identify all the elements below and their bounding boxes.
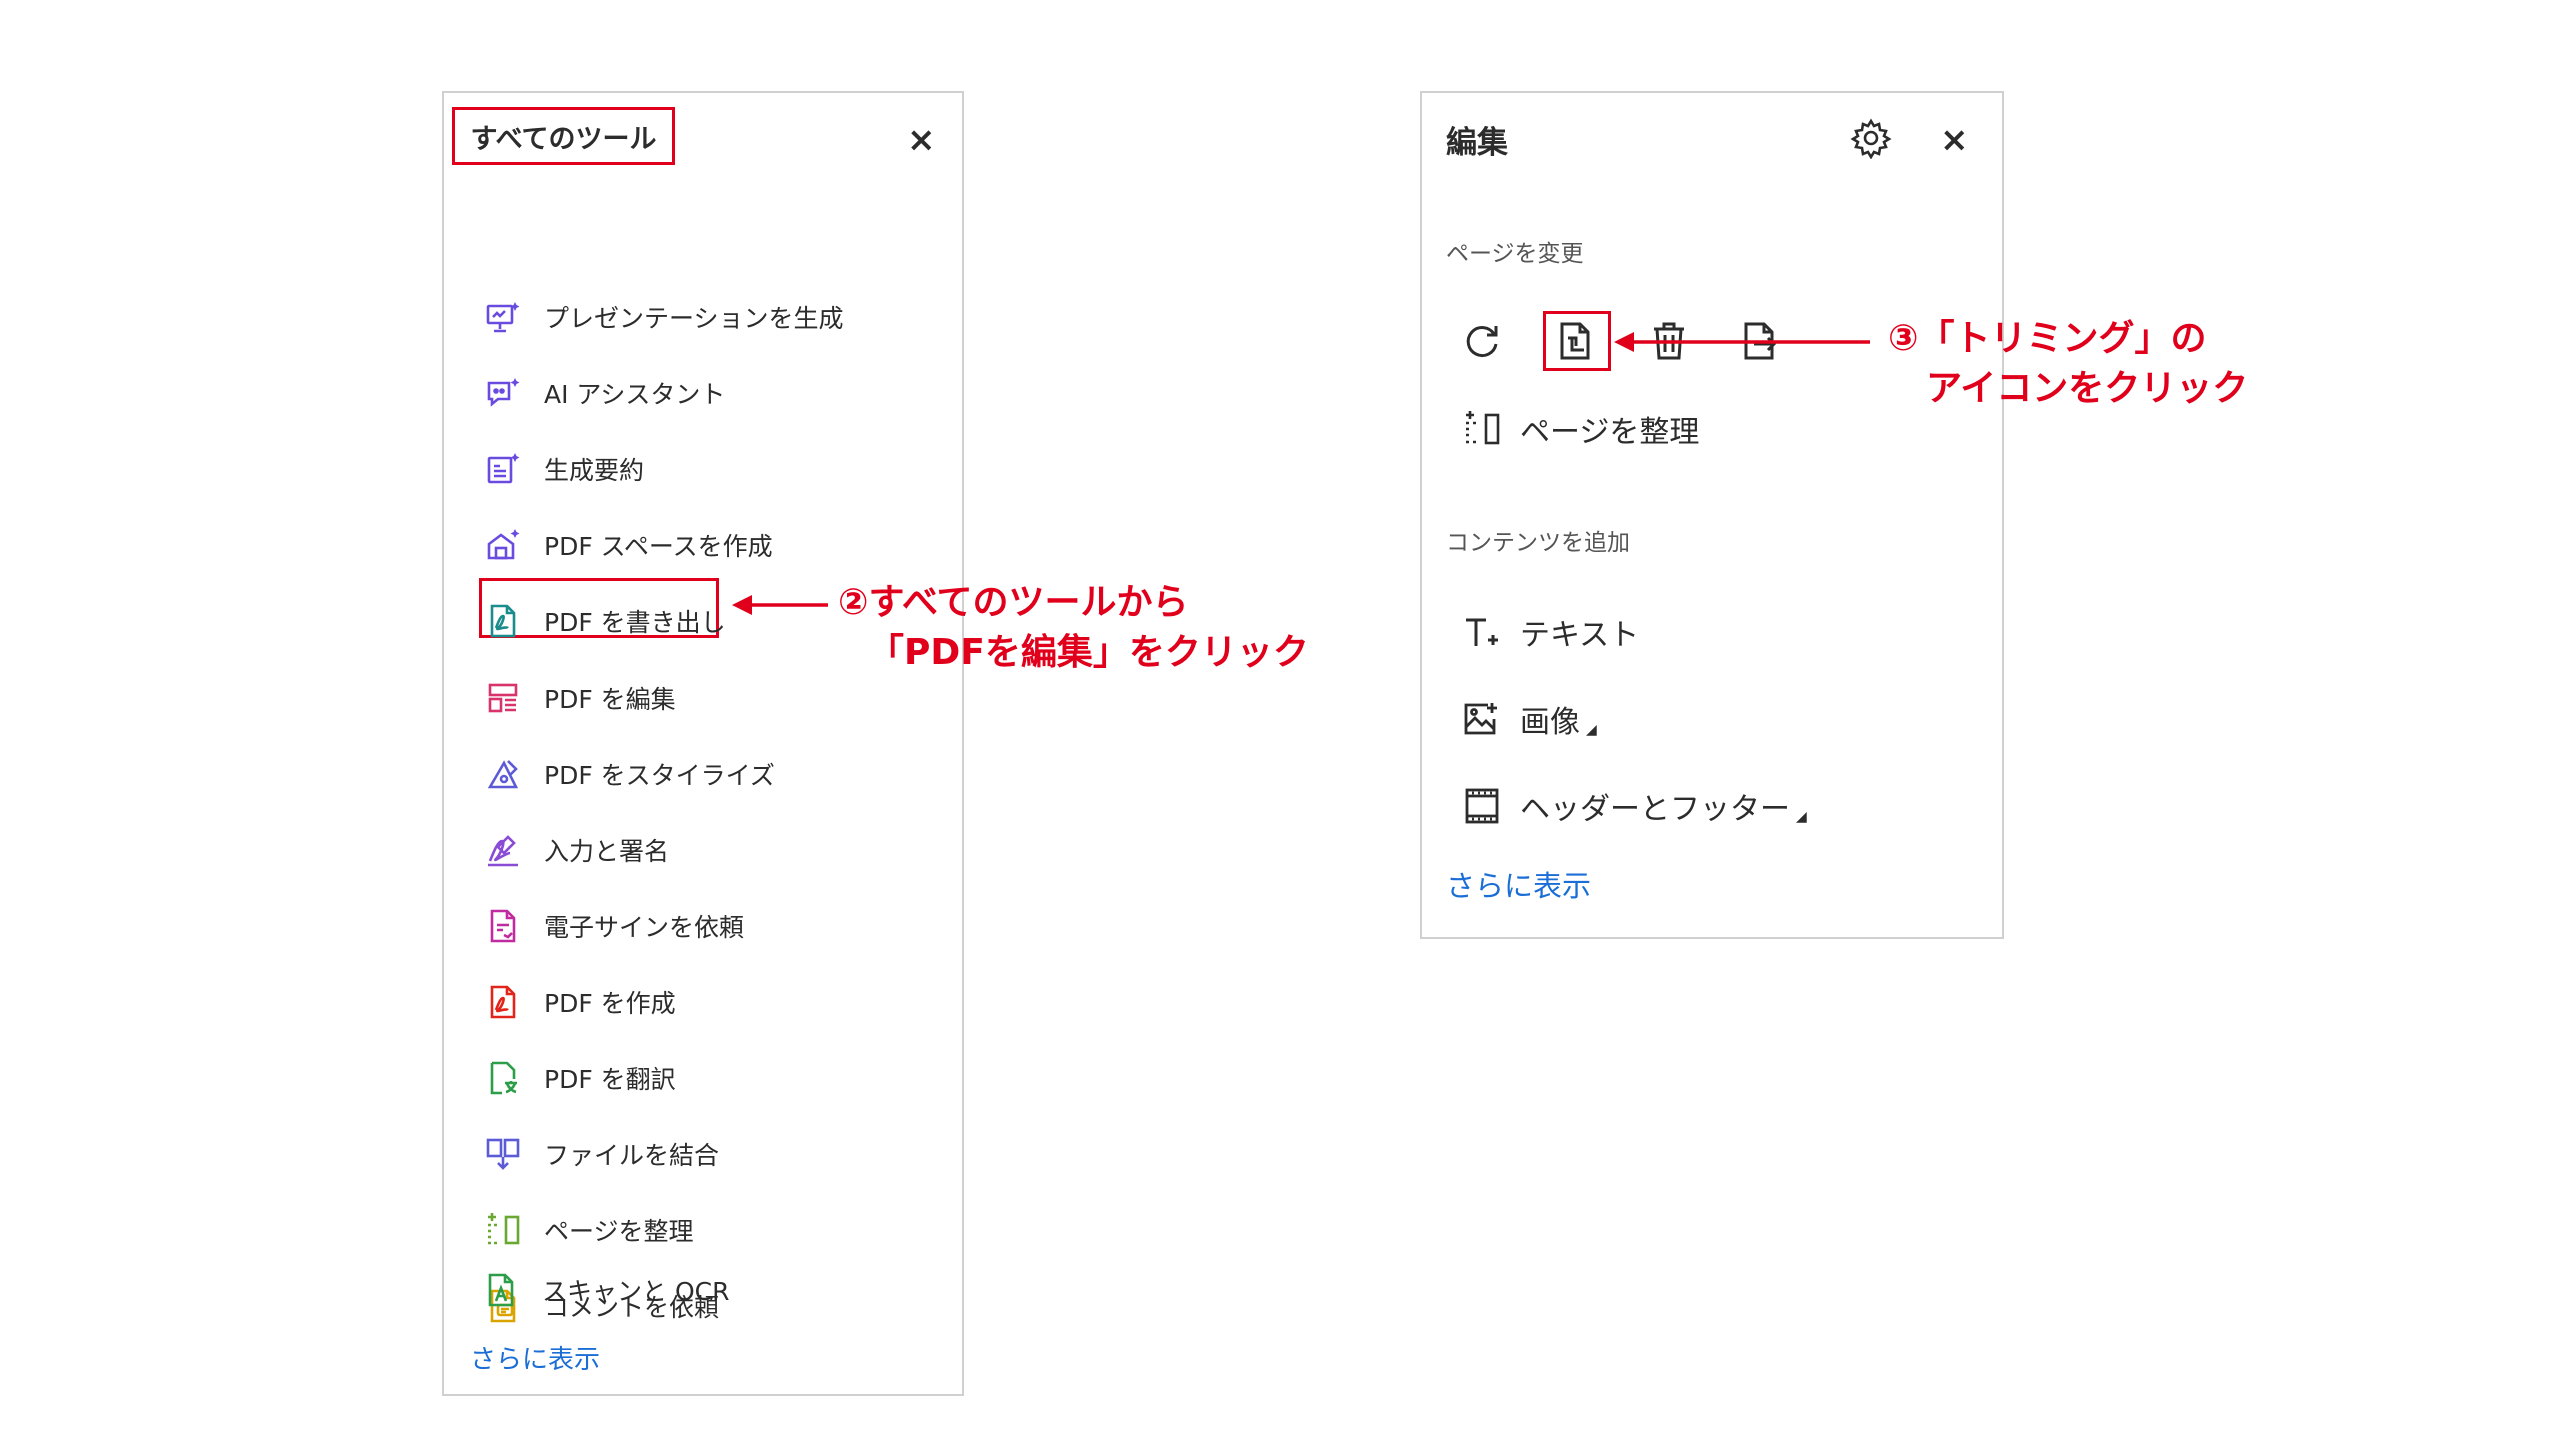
fill-sign-icon: [484, 831, 522, 869]
dropdown-caret-icon: ◢: [1586, 722, 1597, 738]
add-image-label: 画像: [1520, 705, 1580, 740]
tool-item-edit-pdf[interactable]: PDF を編集: [484, 675, 676, 721]
tool-label: PDF を編集: [544, 685, 676, 714]
tool-label: AI アシスタント: [544, 380, 726, 409]
ai-assistant-icon: [484, 374, 522, 412]
all-tools-more-link[interactable]: さらに表示: [470, 1339, 600, 1376]
tool-item-translate-pdf[interactable]: PDF を翻訳: [484, 1055, 676, 1101]
dropdown-caret-icon: ◢: [1796, 809, 1807, 825]
tool-item-request-esign[interactable]: 電子サインを依頼: [484, 903, 744, 949]
step2-arrow: [732, 595, 828, 615]
rotate-icon[interactable]: [1460, 318, 1506, 364]
all-tools-panel: すべてのツール × プレゼンテーションを生成 AI アシスタント 生成要約 PD…: [442, 91, 964, 1396]
crop-icon[interactable]: [1554, 318, 1600, 364]
combine-files-icon: [484, 1135, 522, 1173]
presentation-sparkle-icon: [484, 298, 522, 336]
tool-item-generative-summary[interactable]: 生成要約: [484, 446, 644, 492]
tool-item-combine-files[interactable]: ファイルを結合: [484, 1131, 719, 1177]
tool-label: PDF を翻訳: [544, 1065, 676, 1094]
generative-summary-icon: [484, 450, 522, 488]
section-label-add-content: コンテンツを追加: [1446, 530, 1630, 556]
text-icon: [1462, 612, 1502, 652]
header-footer-icon: [1462, 786, 1502, 826]
tool-item-scan-ocr[interactable]: スキャンと OCR: [482, 1267, 729, 1313]
tool-label: PDF をスタイライズ: [544, 761, 775, 790]
tool-label: ファイルを結合: [544, 1141, 720, 1170]
organize-pages-label: ページを整理: [1520, 415, 1700, 450]
organize-pages-icon: [484, 1211, 522, 1249]
tool-item-create-pdf-space[interactable]: PDF スペースを作成: [484, 522, 773, 568]
step3-annotation-line2: アイコンをクリック: [1926, 368, 2249, 409]
export-pdf-icon: [484, 602, 522, 640]
tool-item-export-pdf[interactable]: PDF を書き出し: [484, 598, 726, 644]
tool-label: スキャンと OCR: [542, 1277, 730, 1306]
step2-annotation-line2: 「PDFを編集」をクリック: [868, 632, 1309, 673]
organize-pages-item[interactable]: ページを整理: [1462, 406, 1699, 452]
section-label-change-pages: ページを変更: [1446, 241, 1584, 267]
header-footer-item[interactable]: ヘッダーとフッター ◢: [1462, 783, 1807, 829]
tool-label: ページを整理: [544, 1217, 694, 1246]
stylize-pdf-icon: [484, 755, 522, 793]
tool-label: 電子サインを依頼: [544, 913, 745, 942]
add-text-item[interactable]: テキスト: [1462, 609, 1639, 655]
scan-ocr-icon: [482, 1271, 520, 1309]
step3-arrow: [1614, 332, 1870, 352]
tool-label: 生成要約: [544, 456, 645, 485]
all-tools-title: すべてのツール: [452, 107, 675, 165]
tool-label: PDF スペースを作成: [544, 532, 773, 561]
tool-item-ai-assistant[interactable]: AI アシスタント: [484, 370, 725, 416]
step2-annotation-line1: ②すべてのツールから: [838, 582, 1189, 623]
gear-icon[interactable]: [1850, 117, 1892, 160]
tool-label: 入力と署名: [544, 837, 670, 866]
tool-item-generate-presentation[interactable]: プレゼンテーションを生成: [484, 294, 844, 340]
translate-pdf-icon: [484, 1059, 522, 1097]
add-image-item[interactable]: 画像 ◢: [1462, 696, 1597, 742]
image-icon: [1462, 699, 1502, 739]
edit-panel-close-button[interactable]: ×: [1940, 123, 1969, 157]
pdf-space-icon: [484, 526, 522, 564]
request-esign-icon: [484, 907, 522, 945]
edit-pdf-icon: [484, 679, 522, 717]
tool-item-create-pdf[interactable]: PDF を作成: [484, 979, 676, 1025]
tool-item-fill-sign[interactable]: 入力と署名: [484, 827, 669, 873]
header-footer-label: ヘッダーとフッター: [1520, 792, 1790, 827]
edit-panel-title: 編集: [1446, 125, 1508, 161]
create-pdf-icon: [484, 983, 522, 1021]
all-tools-close-button[interactable]: ×: [907, 123, 936, 157]
edit-panel: 編集 × ページを変更 ページを整理 コンテンツを追加 テキスト 画像 ◢ ヘッ…: [1420, 91, 2004, 939]
edit-panel-more-link[interactable]: さらに表示: [1446, 863, 1591, 905]
organize-pages-icon: [1462, 409, 1502, 449]
step3-annotation-line1: ③「トリミング」の: [1888, 318, 2207, 359]
canvas: すべてのツール × プレゼンテーションを生成 AI アシスタント 生成要約 PD…: [0, 0, 2560, 1440]
tool-item-organize-pages[interactable]: ページを整理: [484, 1207, 694, 1253]
add-text-label: テキスト: [1520, 618, 1640, 653]
tool-label: プレゼンテーションを生成: [544, 304, 844, 333]
tool-item-stylize-pdf[interactable]: PDF をスタイライズ: [484, 751, 775, 797]
tool-label: PDF を書き出し: [544, 608, 726, 637]
tool-label: PDF を作成: [544, 989, 676, 1018]
